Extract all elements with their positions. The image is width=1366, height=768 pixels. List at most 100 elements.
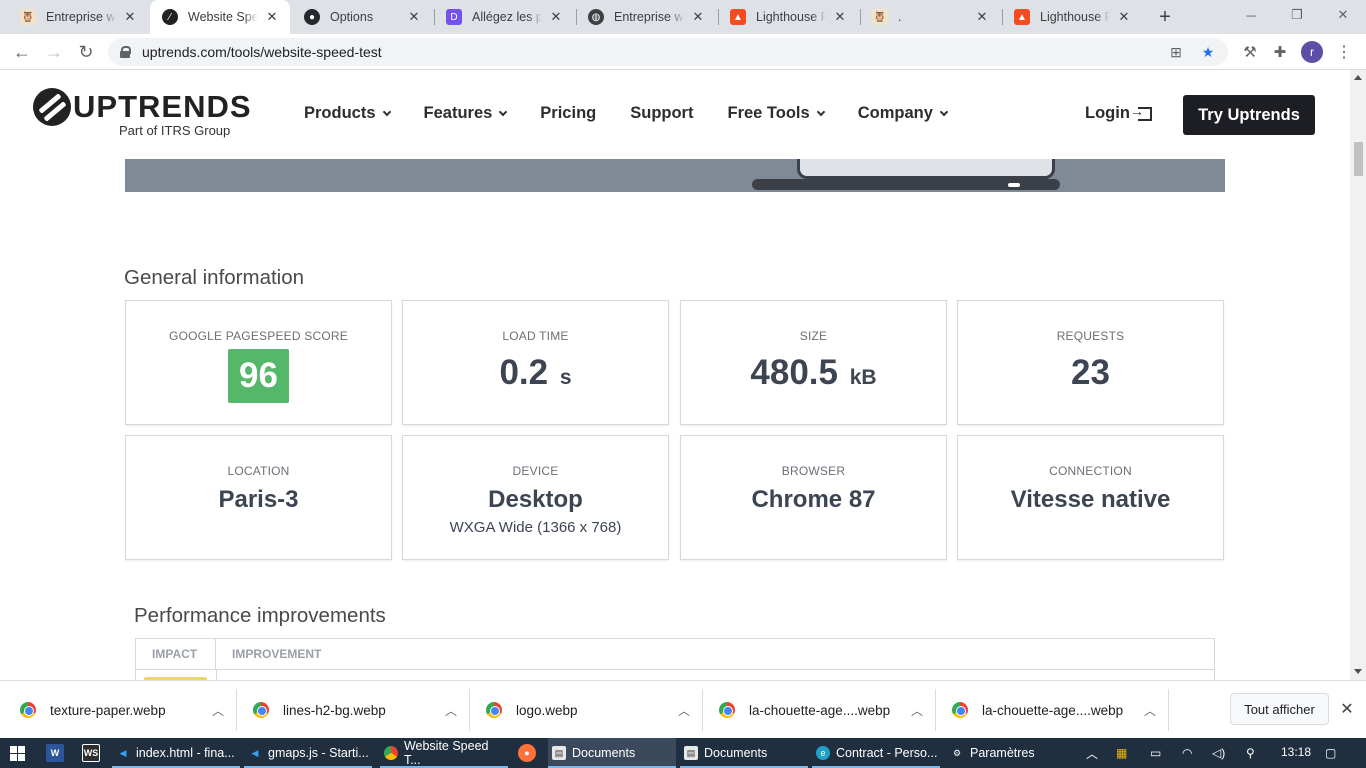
chevron-up-icon[interactable]: ︿ <box>445 702 461 719</box>
notifications-icon[interactable]: ▢ <box>1325 738 1336 768</box>
download-item[interactable]: la-chouette-age....webp ︿ <box>932 681 1160 739</box>
forward-button[interactable]: → <box>40 38 68 66</box>
scroll-down-icon[interactable] <box>1354 669 1362 674</box>
restore-button[interactable]: ❐ <box>1274 0 1320 30</box>
vscode-icon: ◀ <box>119 747 127 758</box>
device-value: Desktop <box>488 486 583 513</box>
url-text[interactable]: uptrends.com/tools/website-speed-test <box>142 44 382 60</box>
tab-dot[interactable]: 🦉 . ✕ <box>860 0 1000 34</box>
word-icon[interactable]: W <box>46 744 64 762</box>
close-icon[interactable]: ✕ <box>974 9 990 25</box>
try-uptrends-button[interactable]: Try Uptrends <box>1183 95 1315 135</box>
close-window-button[interactable]: ✕ <box>1320 0 1366 30</box>
taskbar-app-documents-1[interactable]: ▤ Documents <box>548 738 676 768</box>
column-header-impact[interactable]: Impact <box>136 639 216 669</box>
location-value: Paris-3 <box>218 486 299 513</box>
tab-lighthouse-2[interactable]: ▲ Lighthouse Rep ✕ <box>1002 0 1142 34</box>
download-item[interactable]: texture-paper.webp ︿ <box>0 681 228 739</box>
menu-kebab-icon[interactable]: ⋮ <box>1336 42 1352 62</box>
reload-button[interactable]: ↻ <box>72 38 100 66</box>
battery-icon[interactable]: ▭ <box>1150 738 1161 768</box>
connection-card: Connection Vitesse native <box>957 435 1224 560</box>
connection-value: Vitesse native <box>1010 486 1171 513</box>
scroll-thumb[interactable] <box>1354 142 1363 176</box>
wifi-icon[interactable]: ◠ <box>1182 738 1192 768</box>
nav-features[interactable]: Features <box>424 104 508 123</box>
edge-icon: e <box>816 746 830 760</box>
extension-tool-icon[interactable]: ⚒ <box>1240 42 1260 62</box>
input-method-icon[interactable]: ⚲ <box>1246 738 1255 768</box>
tab-allegez[interactable]: D Allégez les pag ✕ <box>434 0 574 34</box>
minimize-button[interactable]: ─ <box>1228 0 1274 30</box>
back-button[interactable]: ← <box>8 38 36 66</box>
lighthouse-icon: ▲ <box>730 9 746 25</box>
address-bar[interactable]: uptrends.com/tools/website-speed-test <box>108 38 1228 66</box>
performance-table-header: Impact Improvement <box>136 639 1214 670</box>
taskbar-app-vscode-index[interactable]: ◀ index.html - fina... <box>112 738 240 768</box>
taskbar-app-edge[interactable]: e Contract - Perso... <box>812 738 940 768</box>
chevron-up-icon[interactable]: ︿ <box>1144 702 1160 719</box>
windows-start-icon[interactable] <box>10 746 26 762</box>
close-icon[interactable]: ✕ <box>406 9 422 25</box>
nav-support[interactable]: Support <box>630 104 693 123</box>
chevron-up-icon[interactable]: ︿ <box>212 702 228 719</box>
tab-entreprise-web-1[interactable]: 🦉 Entreprise web ✕ <box>8 0 148 34</box>
chrome-file-icon <box>486 702 502 718</box>
owl-icon: 🦉 <box>872 9 888 25</box>
close-icon[interactable]: ✕ <box>548 9 564 25</box>
windows-taskbar: W WS ◀ index.html - fina... ◀ gmaps.js -… <box>0 738 1366 768</box>
profile-avatar[interactable]: r <box>1301 41 1323 63</box>
pagespeed-score-badge: 96 <box>228 349 289 403</box>
browser-card: Browser Chrome 87 <box>680 435 947 560</box>
taskbar-app-settings[interactable]: ⚙ Paramètres <box>946 738 1074 768</box>
requests-card: Requests 23 <box>957 300 1224 425</box>
new-tab-button[interactable]: + <box>1153 5 1177 29</box>
performance-table: Impact Improvement <box>135 638 1215 680</box>
nav-pricing[interactable]: Pricing <box>540 104 596 123</box>
tab-lighthouse-1[interactable]: ▲ Lighthouse Rep ✕ <box>718 0 858 34</box>
scroll-up-icon[interactable] <box>1354 75 1362 80</box>
login-link[interactable]: Login <box>1085 103 1152 123</box>
webstorm-icon[interactable]: WS <box>82 744 100 762</box>
size-card: Size 480.5 kB <box>680 300 947 425</box>
chrome-file-icon <box>253 702 269 718</box>
firefox-icon[interactable]: ● <box>518 744 536 762</box>
volume-icon[interactable]: ◁) <box>1212 738 1225 768</box>
nav-products[interactable]: Products <box>304 104 391 123</box>
close-icon[interactable]: ✕ <box>1116 9 1132 25</box>
login-icon <box>1130 103 1152 121</box>
taskbar-app-chrome[interactable]: Website Speed T... <box>380 738 508 768</box>
chevron-up-icon[interactable]: ︿ <box>911 702 927 719</box>
extensions-puzzle-icon[interactable]: ✚ <box>1270 42 1290 62</box>
close-icon[interactable]: ✕ <box>690 9 706 25</box>
tab-entreprise-web-2[interactable]: ◍ Entreprise web ✕ <box>576 0 716 34</box>
bookmark-star-icon[interactable]: ★ <box>1200 44 1216 60</box>
column-header-improvement[interactable]: Improvement <box>216 639 321 669</box>
translate-icon[interactable]: ⊞ <box>1168 44 1184 60</box>
close-icon[interactable]: ✕ <box>832 9 848 25</box>
performance-improvements-title: Performance improvements <box>134 604 386 627</box>
downloads-shelf: texture-paper.webp ︿ lines-h2-bg.webp ︿ … <box>0 680 1366 738</box>
close-icon[interactable]: ✕ <box>122 9 138 25</box>
nav-company[interactable]: Company <box>858 104 949 123</box>
chevron-down-icon <box>939 107 949 116</box>
tray-app-icon[interactable]: ▦ <box>1116 738 1127 768</box>
close-icon[interactable]: ✕ <box>264 9 280 25</box>
taskbar-app-documents-2[interactable]: ▤ Documents <box>680 738 808 768</box>
tab-options[interactable]: ● Options ✕ <box>292 0 432 34</box>
lock-icon[interactable] <box>120 46 131 58</box>
tab-website-speed[interactable]: ⁄ Website Speed ✕ <box>150 0 290 34</box>
clock-time[interactable]: 13:18 <box>1281 745 1311 759</box>
download-item[interactable]: lines-h2-bg.webp ︿ <box>233 681 461 739</box>
chevron-up-icon[interactable]: ︿ <box>678 702 694 719</box>
chrome-file-icon <box>952 702 968 718</box>
show-all-downloads-button[interactable]: Tout afficher <box>1230 693 1329 725</box>
tray-chevron-up-icon[interactable]: ︿ <box>1086 738 1098 768</box>
download-item[interactable]: logo.webp ︿ <box>466 681 694 739</box>
close-icon[interactable]: ✕ <box>1339 701 1355 718</box>
taskbar-app-vscode-gmaps[interactable]: ◀ gmaps.js - Starti... <box>244 738 372 768</box>
download-item[interactable]: la-chouette-age....webp ︿ <box>699 681 927 739</box>
nav-free-tools[interactable]: Free Tools <box>727 104 825 123</box>
page-scrollbar[interactable] <box>1350 70 1366 680</box>
hero-illustration <box>125 159 1225 192</box>
